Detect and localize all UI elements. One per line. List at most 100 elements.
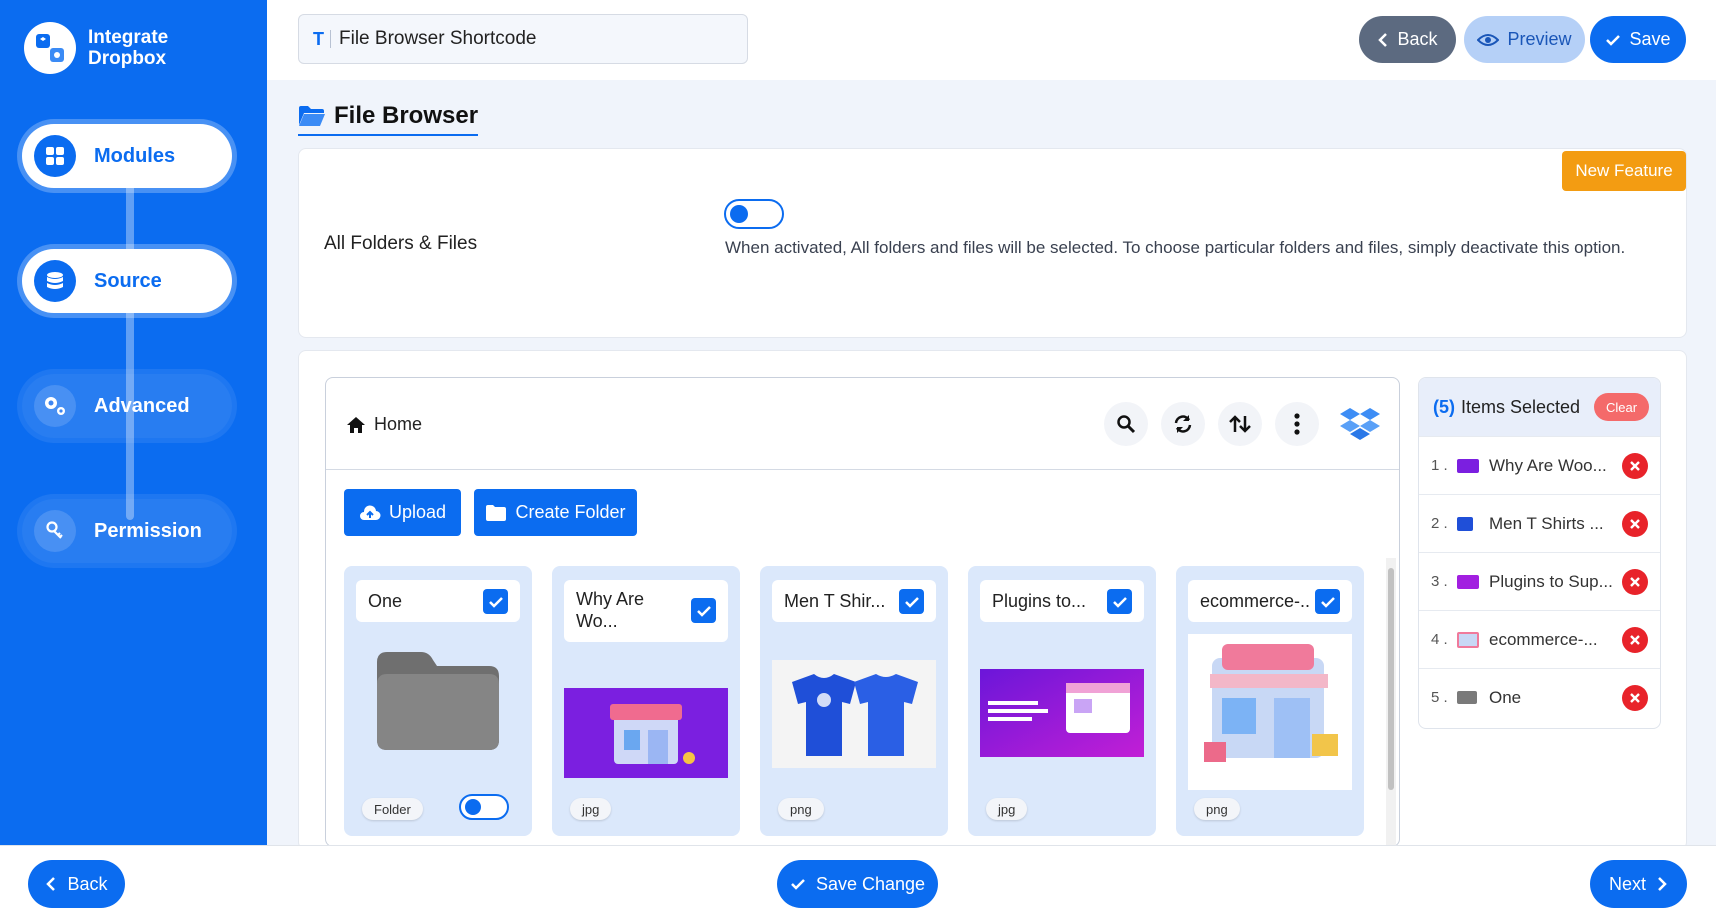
header-back-button[interactable]: Back — [1359, 16, 1456, 63]
more-options-button[interactable] — [1275, 402, 1319, 446]
create-folder-button[interactable]: Create Folder — [474, 489, 637, 536]
remove-item-button[interactable] — [1622, 569, 1648, 595]
folder-thumbnail-icon — [356, 641, 520, 761]
gears-icon — [34, 385, 76, 427]
step-permission[interactable]: Permission — [22, 499, 232, 563]
file-type-badge: jpg — [986, 798, 1028, 820]
selected-item-number: 4 . — [1431, 631, 1448, 648]
close-icon — [1630, 635, 1640, 645]
remove-item-button[interactable] — [1622, 453, 1648, 479]
shortcode-title-field[interactable]: T — [298, 14, 748, 64]
image-thumbnail-icon — [1457, 631, 1479, 648]
file-card-header: One — [356, 580, 520, 622]
folder-icon — [486, 504, 507, 521]
file-checkbox[interactable] — [1107, 589, 1132, 614]
selected-item: 5 . One — [1419, 668, 1660, 726]
footer-bar: Back Save Change Next — [0, 845, 1716, 913]
sort-arrows-icon — [1229, 415, 1251, 433]
file-card-image[interactable]: ecommerce-... png — [1176, 566, 1364, 836]
save-change-label: Save Change — [815, 873, 926, 894]
file-grid: One Folder Why Are Wo... jpg Men T Shir.… — [344, 566, 1384, 846]
refresh-button[interactable] — [1161, 402, 1205, 446]
file-grid-scrollbar[interactable] — [1386, 558, 1396, 846]
step-advanced[interactable]: Advanced — [22, 374, 232, 438]
brand-line2: Dropbox — [88, 48, 167, 69]
brand-line1: Integrate — [88, 27, 169, 48]
sidebar: Integrate Dropbox Modules Source Advance… — [0, 0, 267, 845]
header-save-label: Save — [1629, 29, 1671, 49]
top-header: T Back Preview Save — [267, 0, 1716, 80]
folder-toggle[interactable] — [459, 794, 509, 820]
brand: Integrate Dropbox — [24, 22, 168, 74]
more-vertical-icon — [1294, 413, 1300, 435]
shop-store-thumbnail — [1188, 634, 1352, 790]
file-name: ecommerce-... — [1200, 590, 1310, 611]
plugins-banner-thumbnail — [980, 669, 1144, 757]
scrollbar-thumb[interactable] — [1388, 568, 1394, 790]
breadcrumb[interactable]: Home — [346, 414, 422, 435]
sort-button[interactable] — [1218, 402, 1262, 446]
toggle-knob — [730, 205, 748, 223]
clear-selection-button[interactable]: Clear — [1594, 393, 1650, 421]
file-name: Plugins to... — [992, 590, 1087, 611]
file-type-badge: png — [1194, 798, 1240, 820]
file-browser: Home Upload Create Folder One Folder Why… — [325, 377, 1400, 847]
selected-items-header: (5) Items Selected Clear — [1419, 378, 1660, 436]
step-label: Advanced — [94, 394, 190, 417]
create-folder-label: Create Folder — [515, 502, 626, 522]
check-icon — [904, 596, 919, 608]
all-folders-description: When activated, All folders and files wi… — [725, 238, 1626, 257]
chevron-right-icon — [1658, 877, 1667, 891]
remove-item-button[interactable] — [1622, 627, 1648, 653]
preview-button[interactable]: Preview — [1464, 16, 1585, 63]
shop-purple-thumbnail — [564, 688, 728, 778]
check-icon — [791, 879, 805, 890]
file-card-header: ecommerce-... — [1188, 580, 1352, 622]
remove-item-button[interactable] — [1622, 685, 1648, 711]
file-card-header: Why Are Wo... — [564, 580, 728, 642]
file-checkbox[interactable] — [1315, 589, 1340, 614]
selected-item: 4 . ecommerce-... — [1419, 610, 1660, 668]
step-modules[interactable]: Modules — [22, 124, 232, 188]
file-checkbox[interactable] — [899, 589, 924, 614]
close-icon — [1630, 519, 1640, 529]
new-feature-badge: New Feature — [1562, 151, 1686, 191]
check-icon — [696, 605, 711, 617]
file-card-header: Plugins to... — [980, 580, 1144, 622]
preview-label: Preview — [1507, 29, 1572, 49]
eye-icon — [1477, 33, 1500, 46]
selected-item-name: One — [1489, 687, 1522, 707]
header-back-label: Back — [1397, 29, 1438, 49]
file-card-header: Men T Shir... — [772, 580, 936, 622]
toggle-knob — [465, 799, 481, 815]
file-checkbox[interactable] — [483, 589, 508, 614]
header-save-button[interactable]: Save — [1590, 16, 1686, 63]
file-card-image[interactable]: Why Are Wo... jpg — [552, 566, 740, 836]
file-name: Men T Shir... — [784, 590, 886, 611]
selected-item-name: Why Are Woo... — [1489, 455, 1607, 475]
upload-button[interactable]: Upload — [344, 489, 461, 536]
remove-item-button[interactable] — [1622, 511, 1648, 537]
dropbox-logo-icon — [24, 22, 76, 74]
selected-items-panel: (5) Items Selected Clear 1 . Why Are Woo… — [1418, 377, 1661, 729]
close-icon — [1630, 693, 1640, 703]
next-button[interactable]: Next — [1590, 860, 1687, 908]
shortcode-title-input[interactable] — [339, 28, 699, 50]
close-icon — [1630, 577, 1640, 587]
file-checkbox[interactable] — [691, 598, 716, 623]
all-folders-setting-card: New Feature All Folders & Files When act… — [298, 148, 1687, 338]
home-icon — [347, 416, 365, 433]
check-icon — [1606, 34, 1621, 46]
dropbox-icon — [1338, 402, 1382, 446]
file-card-folder[interactable]: One Folder — [344, 566, 532, 836]
footer-back-button[interactable]: Back — [28, 860, 125, 908]
all-folders-toggle[interactable] — [724, 199, 784, 229]
file-card-image[interactable]: Men T Shir... png — [760, 566, 948, 836]
file-card-image[interactable]: Plugins to... jpg — [968, 566, 1156, 836]
step-source[interactable]: Source — [22, 249, 232, 313]
search-button[interactable] — [1104, 402, 1148, 446]
text-icon: T — [313, 30, 331, 48]
save-change-button[interactable]: Save Change — [777, 860, 938, 908]
browser-toolbar: Home — [326, 378, 1399, 470]
selected-item-name: Men T Shirts ... — [1489, 513, 1604, 533]
